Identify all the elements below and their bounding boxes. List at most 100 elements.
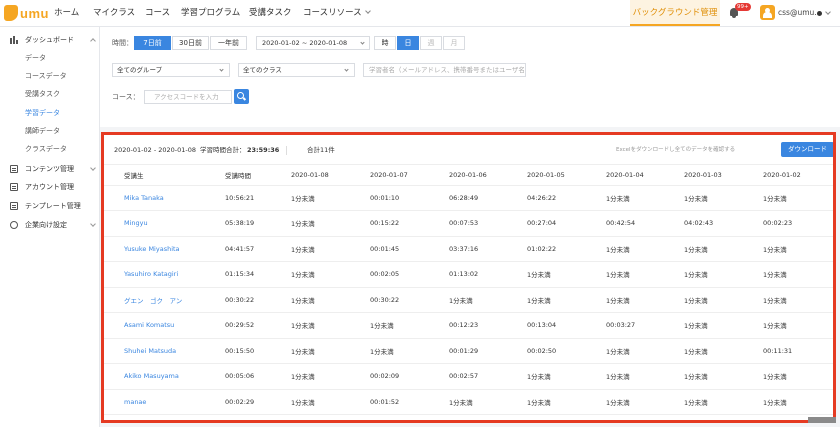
period-7days-button[interactable]: 7日前 — [134, 36, 171, 50]
learner-name-link[interactable]: Asami Komatsu — [104, 312, 205, 339]
column-header[interactable]: 2020-01-06 — [429, 165, 507, 186]
daily-time-cell: 1分未満 — [586, 363, 664, 390]
daily-time-cell: 04:26:22 — [507, 185, 586, 211]
daily-time-cell: 01:02:22 — [507, 236, 586, 262]
daily-time-cell: 1分未満 — [507, 414, 586, 420]
scrollbar-thumb[interactable] — [808, 417, 836, 423]
granularity-hour-button[interactable]: 時 — [374, 36, 396, 50]
learner-name-link[interactable]: Shuhei Matsuda — [104, 338, 205, 364]
daily-time-cell: 1分未満 — [664, 389, 743, 415]
daily-time-cell: 00:03:27 — [586, 312, 664, 339]
table-row: Asami Komatsu 00:29:52 1分未満 1分未満 00:12:23 00:… — [104, 312, 833, 339]
sidebar-subitem-tasks[interactable]: 受講タスク — [25, 85, 60, 103]
learner-name-link[interactable]: Mingyu — [104, 210, 205, 237]
learner-name-link[interactable]: Yusuke Miyashita — [104, 236, 205, 262]
daily-time-cell: 1分未満 — [507, 363, 586, 390]
umu-logo[interactable]: umu — [4, 5, 48, 21]
nav-tasks[interactable]: 受講タスク — [249, 0, 292, 26]
granularity-day-button[interactable]: 日 — [397, 36, 419, 50]
period-year-button[interactable]: 一年前 — [210, 36, 247, 50]
sidebar-subitem-course-data[interactable]: コースデータ — [25, 67, 67, 85]
table-row: css@umu.co00:02:001分未満1分未満00:02:001分未満1分… — [104, 414, 833, 420]
gear-icon — [10, 221, 18, 229]
column-header[interactable]: 2020-01-02 — [743, 165, 833, 186]
access-code-input[interactable]: アクセスコードを入力 — [144, 90, 232, 104]
daily-time-cell: 00:02:00 — [429, 414, 507, 420]
learning-data-table: 受講生 受講時間 2020-01-08 2020-01-07 2020-01-0… — [104, 165, 833, 420]
period-30days-button[interactable]: 30日前 — [172, 36, 209, 50]
sidebar-subitem-instructor-data[interactable]: 講師データ — [25, 122, 60, 140]
table-body: Mika Tanaka 10:56:21 1分未満 00:01:10 06:28:49 0… — [104, 185, 833, 420]
learner-search-input[interactable]: 学習者名（メールアドレス、携帯番号またはユーザ名） — [363, 63, 526, 77]
sidebar-item-label: コンテンツ管理 — [25, 165, 74, 173]
date-range-value: 2020-01-02 ~ 2020-01-08 — [262, 39, 348, 47]
sidebar-item-label: ダッシュボード — [25, 36, 74, 44]
filter-panel: 時間： 7日前 30日前 一年前 2020-01-02 ~ 2020-01-08… — [100, 27, 840, 127]
date-range-picker[interactable]: 2020-01-02 ~ 2020-01-08 — [256, 36, 370, 50]
sidebar-subitem-data[interactable]: データ — [25, 49, 46, 67]
logo-mark-icon — [4, 5, 18, 21]
daily-time-cell: 1分未満 — [271, 261, 350, 288]
table-header-row: 受講生 受講時間 2020-01-08 2020-01-07 2020-01-0… — [104, 165, 833, 186]
daily-time-cell: 1分未満 — [664, 287, 743, 313]
column-header[interactable]: 2020-01-08 — [271, 165, 350, 186]
table-row: Yasuhiro Katagiri 01:15:34 1分未満 00:02:05 01:… — [104, 261, 833, 288]
granularity-month-button[interactable]: 月 — [443, 36, 465, 50]
daily-time-cell: 1分未満 — [271, 363, 350, 390]
total-time-cell: 00:29:52 — [205, 312, 271, 339]
group-select[interactable]: 全てのグループ — [112, 63, 230, 77]
nav-course[interactable]: コース — [145, 0, 170, 26]
column-header[interactable]: 2020-01-04 — [586, 165, 664, 186]
summary-total-value: 23:59:36 — [247, 146, 280, 154]
column-header[interactable]: 受講生 — [104, 165, 205, 186]
column-header[interactable]: 2020-01-03 — [664, 165, 743, 186]
sidebar-item-dashboard[interactable]: ダッシュボード — [0, 31, 100, 49]
daily-time-cell: 1分未満 — [271, 389, 350, 415]
sidebar-subitem-learning-data[interactable]: 学習データ — [25, 104, 60, 122]
background-admin-tab[interactable]: バックグラウンド管理 — [630, 0, 720, 26]
learner-name-link[interactable]: Akiko Masuyama — [104, 363, 205, 390]
daily-time-cell: 04:02:43 — [664, 210, 743, 237]
avatar[interactable] — [760, 5, 775, 20]
daily-time-cell: 1分未満 — [664, 414, 743, 420]
class-select[interactable]: 全てのクラス — [238, 63, 355, 77]
column-header[interactable]: 受講時間 — [205, 165, 271, 186]
learner-name-link[interactable]: css@umu.co — [104, 414, 205, 420]
learner-name-link[interactable]: manae — [104, 389, 205, 415]
daily-time-cell: 1分未満 — [743, 185, 833, 211]
daily-time-cell: 1分未満 — [586, 236, 664, 262]
column-header[interactable]: 2020-01-07 — [350, 165, 429, 186]
sidebar-item-account[interactable]: アカウント管理 — [0, 178, 100, 196]
daily-time-cell: 1分未満 — [586, 261, 664, 288]
status-dot-icon — [817, 11, 822, 16]
sidebar-item-label: アカウント管理 — [25, 183, 74, 191]
summary-date-range: 2020-01-02 - 2020-01-08 — [114, 146, 197, 154]
chevron-down-icon — [90, 221, 96, 227]
daily-time-cell: 1分未満 — [743, 389, 833, 415]
daily-time-cell: 1分未満 — [586, 287, 664, 313]
search-icon[interactable] — [234, 89, 249, 104]
sidebar-item-template[interactable]: テンプレート管理 — [0, 197, 100, 215]
granularity-week-button[interactable]: 週 — [420, 36, 442, 50]
table-row: Mingyu 05:38:19 1分未満 00:15:22 00:07:53 00:27:… — [104, 210, 833, 237]
download-button[interactable]: ダウンロード — [781, 142, 833, 157]
total-time-cell: 00:05:06 — [205, 363, 271, 390]
learner-name-link[interactable]: Mika Tanaka — [104, 185, 205, 211]
learner-name-link[interactable]: Yasuhiro Katagiri — [104, 261, 205, 288]
nav-course-resources[interactable]: コースリソース — [303, 0, 371, 26]
nav-my-class[interactable]: マイクラス — [93, 0, 135, 26]
user-menu-chevron-icon[interactable] — [825, 9, 831, 15]
column-header[interactable]: 2020-01-05 — [507, 165, 586, 186]
daily-time-cell: 01:13:02 — [429, 261, 507, 288]
nav-home[interactable]: ホーム — [54, 0, 79, 26]
learner-name-link[interactable]: グエン ゴク アン — [104, 287, 205, 313]
total-time-cell: 00:02:00 — [205, 414, 271, 420]
daily-time-cell: 00:02:57 — [429, 363, 507, 390]
nav-learning-program[interactable]: 学習プログラム — [181, 0, 240, 26]
daily-time-cell: 1分未満 — [664, 236, 743, 262]
sidebar-item-content[interactable]: コンテンツ管理 — [0, 160, 100, 178]
total-time-cell: 00:30:22 — [205, 287, 271, 313]
sidebar-subitem-class-data[interactable]: クラスデータ — [25, 140, 67, 158]
sidebar-item-enterprise[interactable]: 企業向け設定 — [0, 216, 100, 234]
user-name[interactable]: css@umu... — [778, 0, 821, 26]
